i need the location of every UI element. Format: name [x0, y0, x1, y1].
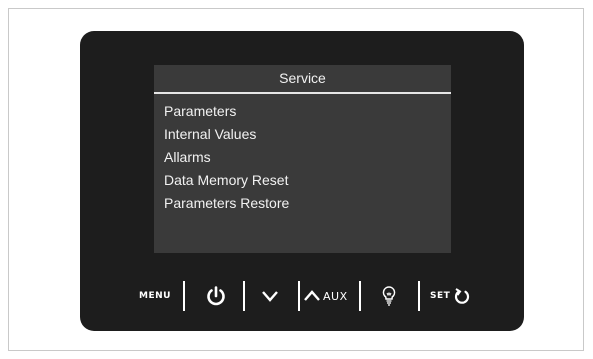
menu-item-allarms[interactable]: Allarms — [164, 146, 289, 169]
screen-title: Service — [279, 70, 326, 86]
light-button[interactable] — [381, 278, 397, 314]
title-divider — [154, 92, 451, 94]
menu-item-parameters[interactable]: Parameters — [164, 100, 289, 123]
light-bulb-icon — [381, 285, 397, 307]
rotate-icon — [453, 286, 471, 306]
up-aux-button[interactable]: AUX — [303, 278, 348, 314]
separator — [298, 281, 300, 311]
set-button-label: SET — [430, 291, 451, 301]
menu-button[interactable]: MENU — [139, 278, 171, 314]
down-arrow-icon — [261, 289, 279, 303]
separator — [359, 281, 361, 311]
menu-button-label: MENU — [139, 291, 171, 301]
menu-item-data-memory-reset[interactable]: Data Memory Reset — [164, 169, 289, 192]
power-button[interactable] — [205, 278, 227, 314]
power-icon — [205, 285, 227, 307]
separator — [418, 281, 420, 311]
up-arrow-icon — [303, 289, 321, 303]
set-button[interactable]: SET — [430, 278, 471, 314]
button-bar: MENU AUX SET — [0, 278, 593, 314]
service-menu: Parameters Internal Values Allarms Data … — [164, 100, 289, 215]
separator — [243, 281, 245, 311]
menu-item-parameters-restore[interactable]: Parameters Restore — [164, 192, 289, 215]
separator — [183, 281, 185, 311]
menu-item-internal-values[interactable]: Internal Values — [164, 123, 289, 146]
down-button[interactable] — [261, 278, 279, 314]
lcd-screen: Service Parameters Internal Values Allar… — [154, 65, 451, 253]
aux-label: AUX — [323, 289, 348, 303]
